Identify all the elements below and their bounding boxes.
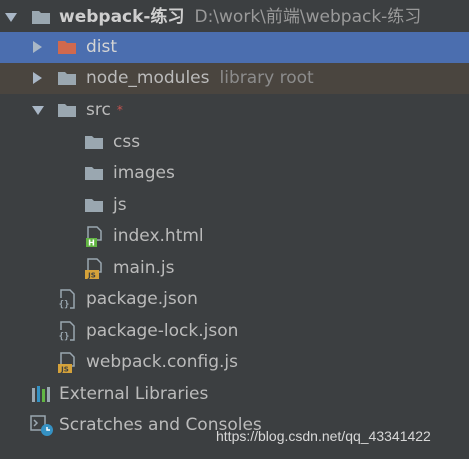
project-path: D:\work\前端\webpack-练习 — [194, 7, 422, 27]
js-badge: JS — [60, 366, 69, 374]
folder-icon — [32, 11, 50, 24]
library-icon — [32, 386, 50, 402]
json-badge: {} — [59, 300, 70, 310]
tree-row-dist[interactable]: dist — [0, 32, 469, 63]
json-file-icon: {} — [58, 321, 75, 342]
package-lock-json-label: package-lock.json — [86, 321, 239, 341]
js-file-icon: JS — [85, 258, 102, 280]
tree-row-package-lock-json[interactable]: {} package-lock.json — [0, 316, 469, 347]
js-badge: JS — [87, 272, 96, 280]
src-name: src — [86, 100, 111, 120]
tree-row-webpack-config-js[interactable]: JS webpack.config.js — [0, 347, 469, 378]
tree-row-node-modules[interactable]: node_modules library root — [0, 63, 469, 94]
css-label: css — [113, 132, 141, 152]
tree-row-images[interactable]: images — [0, 158, 469, 189]
scratches-icon — [30, 415, 53, 436]
collapse-arrow-icon[interactable] — [32, 106, 44, 115]
expand-arrow-icon[interactable] — [33, 72, 42, 84]
project-root-label: webpack-练习 D:\work\前端\webpack-练习 — [59, 2, 421, 33]
folder-icon — [85, 167, 103, 180]
folder-icon — [85, 199, 103, 212]
project-tree: webpack-练习 D:\work\前端\webpack-练习 dist nod… — [0, 0, 469, 459]
dist-label: dist — [86, 37, 118, 57]
folder-icon — [58, 104, 76, 117]
tree-row-package-json[interactable]: {} package.json — [0, 284, 469, 315]
folder-icon — [58, 72, 76, 85]
tree-row-js[interactable]: js — [0, 190, 469, 221]
tree-row-external-libraries[interactable]: External Libraries — [0, 379, 469, 410]
js-label: js — [113, 195, 127, 215]
json-badge: {} — [59, 332, 70, 342]
project-name: webpack-练习 — [59, 7, 185, 27]
js-file-icon: JS — [58, 352, 75, 374]
modified-marker: * — [116, 103, 123, 117]
html-badge: H — [88, 239, 95, 248]
watermark-url: https://blog.csdn.net/qq_43341422 — [216, 428, 431, 444]
excluded-folder-icon — [58, 41, 76, 54]
images-label: images — [113, 163, 175, 183]
library-root-hint: library root — [219, 68, 314, 88]
node-modules-label: node_modules library root — [86, 63, 314, 94]
collapse-arrow-icon[interactable] — [5, 13, 17, 22]
external-libraries-label: External Libraries — [59, 384, 209, 404]
expand-arrow-icon[interactable] — [33, 41, 42, 53]
tree-row-project-root[interactable]: webpack-练习 D:\work\前端\webpack-练习 — [0, 2, 469, 33]
webpack-config-js-label: webpack.config.js — [86, 352, 238, 372]
main-js-label: main.js — [113, 258, 175, 278]
json-file-icon: {} — [58, 289, 75, 310]
node-modules-name: node_modules — [86, 68, 210, 88]
tree-row-index-html[interactable]: H index.html — [0, 221, 469, 252]
tree-row-css[interactable]: css — [0, 127, 469, 158]
html-file-icon: H — [86, 226, 102, 248]
tree-row-main-js[interactable]: JS main.js — [0, 253, 469, 284]
package-json-label: package.json — [86, 289, 198, 309]
src-label: src * — [86, 95, 123, 126]
index-html-label: index.html — [113, 226, 204, 246]
tree-row-src[interactable]: src * — [0, 95, 469, 126]
folder-icon — [85, 136, 103, 149]
